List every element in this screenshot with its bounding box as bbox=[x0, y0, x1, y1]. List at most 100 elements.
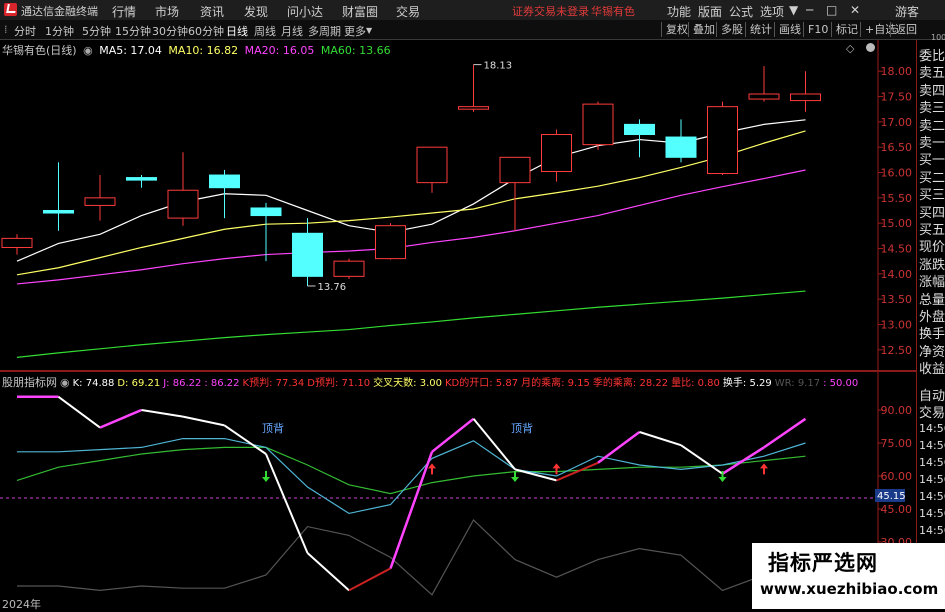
diamond-icon[interactable]: ◇ bbox=[846, 42, 854, 55]
sub-settings-icon[interactable]: ◉ bbox=[60, 376, 70, 389]
down-arrow-icon bbox=[262, 471, 270, 482]
btn-biaoji[interactable]: 标记 bbox=[831, 22, 858, 37]
side-item[interactable]: 涨幅 bbox=[919, 271, 945, 290]
period-1min[interactable]: 1分钟 bbox=[45, 23, 74, 39]
y-axis-tick-label: 13.00 bbox=[881, 318, 913, 331]
sub-legend-item: 月的乘离: 9.15 bbox=[521, 378, 590, 389]
side-item[interactable]: 买四 bbox=[919, 202, 945, 221]
side-item[interactable]: 买五 bbox=[919, 219, 945, 238]
j-line-segment bbox=[348, 567, 391, 592]
menu-gongshi[interactable]: 公式 bbox=[729, 3, 753, 20]
y-axis-tick-label: 13.50 bbox=[881, 293, 913, 306]
side-item[interactable]: 卖二 bbox=[919, 115, 945, 134]
menu-jiaoyi[interactable]: 交易 bbox=[396, 3, 420, 20]
sub-legend: 股朋指标网 ◉ K: 74.88 D: 69.21 J: 86.22: 86.22 K预判… bbox=[2, 374, 861, 390]
y-axis-tick-label: 17.00 bbox=[881, 116, 913, 129]
kline-chart[interactable]: 18.00 17.50 17.00 16.50 16.00 15.50 15.00 14.50… bbox=[0, 40, 916, 370]
main-close-circle-icon[interactable] bbox=[866, 43, 875, 52]
period-5min[interactable]: 5分钟 bbox=[82, 23, 111, 39]
menu-zixun[interactable]: 资讯 bbox=[200, 3, 224, 20]
j-line-segment bbox=[389, 451, 434, 569]
sub-legend-item: KD的开口: 5.87 bbox=[445, 378, 519, 389]
btn-tongji[interactable]: 统计 bbox=[745, 22, 772, 37]
candle-body bbox=[250, 207, 282, 217]
sub-legend-item: 交叉天数: 3.00 bbox=[373, 378, 442, 389]
side-item[interactable]: 总量 bbox=[919, 289, 945, 308]
j-line-segment bbox=[763, 417, 807, 449]
side-item[interactable]: 买三 bbox=[919, 184, 945, 203]
price-annotation: 13.76 bbox=[318, 282, 347, 293]
indicator-line-wr bbox=[17, 519, 806, 596]
period-30min[interactable]: 30分钟 bbox=[152, 23, 188, 39]
j-line-segment bbox=[597, 430, 641, 464]
menu-xuanxiang[interactable]: 选项 bbox=[760, 3, 784, 20]
side-item[interactable]: 涨跌 bbox=[919, 254, 945, 273]
side-item[interactable]: 委比 bbox=[919, 45, 945, 64]
period-more-chevron-icon[interactable]: ▼ bbox=[366, 26, 372, 35]
period-monthly[interactable]: 月线 bbox=[281, 23, 303, 39]
j-line-segment bbox=[99, 408, 142, 429]
btn-f10[interactable]: F10 bbox=[803, 22, 828, 37]
side-item[interactable]: 换手 bbox=[919, 323, 945, 342]
side-item[interactable]: 外盘 bbox=[919, 306, 945, 325]
menu-toggle-icon[interactable]: ▼ bbox=[789, 3, 798, 17]
menu-wenxiaoda[interactable]: 问小达 bbox=[287, 3, 323, 20]
j-line-segment bbox=[265, 453, 309, 554]
j-line-segment bbox=[306, 552, 350, 592]
side-item[interactable]: 买二 bbox=[919, 167, 945, 186]
period-fenshi[interactable]: 分时 bbox=[14, 23, 36, 39]
settings-circle-icon[interactable]: ◉ bbox=[83, 44, 93, 57]
close-icon[interactable]: ✕ bbox=[850, 3, 860, 17]
period-more[interactable]: 更多 bbox=[344, 23, 366, 39]
period-multi[interactable]: 多周期 bbox=[308, 23, 341, 39]
side-lower-item[interactable]: 交易 bbox=[919, 402, 945, 421]
side-top-label: 1000 bbox=[931, 33, 945, 42]
candle-body bbox=[541, 134, 572, 172]
sub-legend-item: K预判: 77.34 bbox=[242, 378, 305, 389]
app-logo-icon bbox=[4, 3, 17, 16]
title-bar: 通达信金融终端 行情 市场 资讯 发现 问小达 财富圈 交易 证券交易未登录 华… bbox=[0, 0, 945, 20]
maximize-icon[interactable]: □ bbox=[826, 3, 837, 17]
btn-fuquan[interactable]: 复权 bbox=[661, 22, 688, 37]
btn-duogu[interactable]: 多股 bbox=[716, 22, 743, 37]
watermark-url: www.xuezhibiao.com bbox=[760, 580, 939, 598]
side-item[interactable]: 卖三 bbox=[919, 97, 945, 116]
btn-huaxian[interactable]: 画线 bbox=[774, 22, 801, 37]
j-line-segment bbox=[680, 444, 724, 475]
candle-body bbox=[416, 146, 448, 184]
year-label: 2024年 bbox=[2, 598, 41, 611]
period-weekly[interactable]: 周线 bbox=[254, 23, 276, 39]
side-item[interactable]: 净资 bbox=[919, 341, 945, 360]
indicator-line-d bbox=[16, 446, 806, 495]
side-item[interactable]: 现价 bbox=[919, 236, 945, 255]
side-item[interactable]: 卖四 bbox=[919, 80, 945, 99]
candle-body bbox=[582, 103, 614, 146]
menu-caifuquan[interactable]: 财富圈 bbox=[342, 3, 378, 20]
j-line-segment bbox=[639, 431, 682, 447]
y-axis-tick-label: 14.50 bbox=[881, 242, 913, 255]
period-60min[interactable]: 60分钟 bbox=[188, 23, 224, 39]
candle-body bbox=[499, 156, 531, 184]
period-daily[interactable]: 日线 bbox=[226, 23, 248, 39]
btn-fanhui[interactable]: 返回 bbox=[890, 22, 917, 37]
y-axis-tick-label: 75.00 bbox=[881, 437, 913, 450]
divergence-label: 顶背 bbox=[511, 421, 533, 435]
side-item[interactable]: 收益 bbox=[919, 358, 945, 377]
up-arrow-icon bbox=[428, 463, 436, 475]
side-item[interactable]: 卖五 bbox=[919, 62, 945, 81]
y-axis-tick-label: 15.50 bbox=[881, 192, 913, 205]
j-line-segment bbox=[431, 417, 475, 453]
login-notice[interactable]: 证券交易未登录 bbox=[512, 3, 589, 19]
menu-hangqing[interactable]: 行情 bbox=[112, 3, 136, 20]
guest-label[interactable]: 游客 bbox=[895, 3, 919, 20]
side-item[interactable]: 卖一 bbox=[919, 132, 945, 151]
side-item[interactable]: 买一 bbox=[919, 149, 945, 168]
menu-banmian[interactable]: 版面 bbox=[698, 3, 722, 20]
btn-diejia[interactable]: 叠加 bbox=[688, 22, 715, 37]
minimize-icon[interactable]: ─ bbox=[806, 3, 813, 17]
period-15min[interactable]: 15分钟 bbox=[115, 23, 151, 39]
menu-faxian[interactable]: 发现 bbox=[244, 3, 268, 20]
candle-body bbox=[43, 210, 74, 214]
menu-gongneng[interactable]: 功能 bbox=[667, 3, 691, 20]
menu-shichang[interactable]: 市场 bbox=[155, 3, 179, 20]
